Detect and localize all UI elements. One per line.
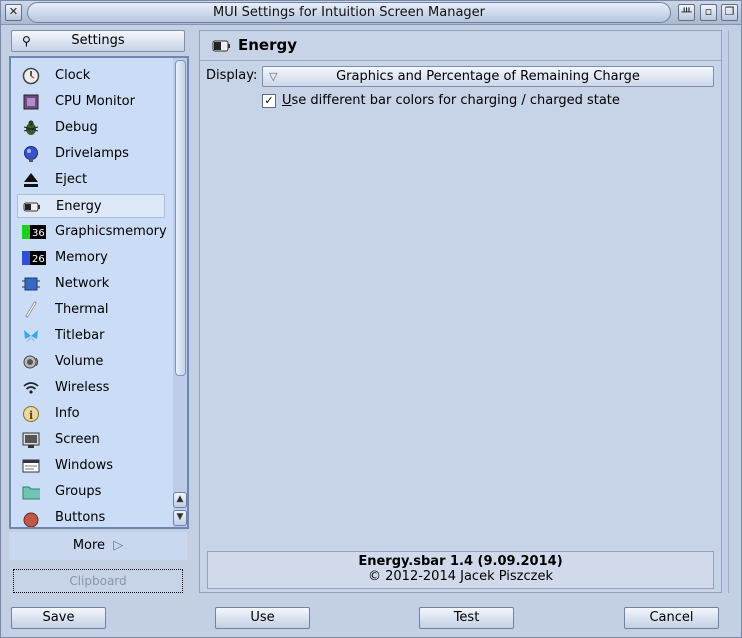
list-scrollbar[interactable]: ▲ ▼ bbox=[173, 58, 187, 527]
graphicsmemory-icon: 36 bbox=[22, 223, 46, 241]
list-item-debug[interactable]: Debug bbox=[17, 116, 165, 140]
list-item-label: Screen bbox=[55, 432, 100, 447]
list-item-clock[interactable]: Clock bbox=[17, 64, 165, 88]
list-item-label: Titlebar bbox=[55, 328, 105, 343]
settings-label: Settings bbox=[71, 33, 125, 48]
iconify-icon[interactable]: ᚈ bbox=[678, 4, 695, 21]
list-item-label: Buttons bbox=[55, 510, 106, 525]
list-item-label: CPU Monitor bbox=[55, 94, 135, 109]
category-list[interactable]: Clock CPU Monitor Debug Drivelamps Eject bbox=[9, 56, 189, 529]
svg-text:i: i bbox=[29, 409, 33, 422]
wifi-icon bbox=[22, 379, 40, 397]
bar-colors-checkbox[interactable]: ✓ bbox=[262, 94, 276, 108]
right-edge-scroller[interactable] bbox=[728, 30, 741, 593]
dropdown-arrow-icon: ▽ bbox=[269, 70, 278, 83]
module-copyright: © 2012-2014 Jacek Piszczek bbox=[368, 569, 553, 584]
list-item-titlebar[interactable]: Titlebar bbox=[17, 324, 165, 348]
battery-icon bbox=[23, 198, 41, 216]
test-button[interactable]: Test bbox=[419, 607, 514, 629]
list-item-label: Eject bbox=[55, 172, 88, 187]
list-item-label: Drivelamps bbox=[55, 146, 129, 161]
scroll-down-icon[interactable]: ▼ bbox=[173, 510, 187, 526]
module-info-box: Energy.sbar 1.4 (9.09.2014) © 2012-2014 … bbox=[207, 551, 714, 589]
speaker-icon bbox=[22, 353, 40, 371]
more-button[interactable]: More ▷ bbox=[9, 532, 187, 560]
list-item-label: Thermal bbox=[55, 302, 109, 317]
list-item-label: Wireless bbox=[55, 380, 110, 395]
folder-icon bbox=[22, 483, 40, 501]
clipboard-button[interactable]: Clipboard bbox=[13, 569, 183, 593]
list-item-label: Debug bbox=[55, 120, 98, 135]
thermometer-icon bbox=[22, 301, 40, 319]
mui-settings-window: ✕ MUI Settings for Intuition Screen Mana… bbox=[0, 0, 742, 638]
list-scrollbar-thumb[interactable] bbox=[175, 60, 186, 376]
module-version: Energy.sbar 1.4 (9.09.2014) bbox=[358, 554, 563, 569]
eject-icon bbox=[22, 171, 40, 189]
settings-button[interactable]: ⚲ Settings bbox=[11, 30, 185, 52]
memory-icon: 26 bbox=[22, 249, 46, 267]
bar-colors-checkbox-label[interactable]: Use different bar colors for charging / … bbox=[282, 93, 620, 108]
window-title: MUI Settings for Intuition Screen Manage… bbox=[27, 2, 671, 23]
info-icon: i bbox=[22, 405, 40, 423]
list-item-label: Clock bbox=[55, 68, 91, 83]
close-icon[interactable]: ✕ bbox=[5, 4, 22, 21]
list-item-wireless[interactable]: Wireless bbox=[17, 376, 165, 400]
title-bar[interactable]: ✕ MUI Settings for Intuition Screen Mana… bbox=[1, 1, 741, 25]
network-icon bbox=[22, 275, 40, 293]
energy-settings-panel: Energy Display: ▽ Graphics and Percentag… bbox=[199, 30, 722, 593]
scroll-up-icon[interactable]: ▲ bbox=[173, 492, 187, 508]
screen-icon bbox=[22, 431, 40, 449]
list-item-info[interactable]: i Info bbox=[17, 402, 165, 426]
more-label: More bbox=[72, 538, 106, 553]
search-icon: ⚲ bbox=[22, 34, 31, 48]
list-item-label: Graphicsmemory bbox=[55, 224, 167, 239]
clock-icon bbox=[22, 67, 40, 85]
display-label: Display: bbox=[206, 68, 258, 83]
list-item-label: Groups bbox=[55, 484, 102, 499]
list-item-eject[interactable]: Eject bbox=[17, 168, 165, 192]
list-item-label: Network bbox=[55, 276, 110, 291]
chip-icon bbox=[22, 93, 40, 111]
bug-icon bbox=[22, 119, 40, 137]
list-item-memory[interactable]: 26 Memory bbox=[17, 246, 165, 270]
windows-icon bbox=[22, 457, 40, 475]
list-item-label: Volume bbox=[55, 354, 104, 369]
triangle-right-icon: ▷ bbox=[113, 538, 124, 553]
panel-header: Energy bbox=[200, 31, 721, 61]
lamp-icon bbox=[22, 145, 40, 163]
zoom-icon[interactable]: ▫ bbox=[700, 4, 717, 21]
use-button[interactable]: Use bbox=[215, 607, 310, 629]
list-item-screen[interactable]: Screen bbox=[17, 428, 165, 452]
butterfly-icon bbox=[22, 327, 40, 345]
list-item-drivelamps[interactable]: Drivelamps bbox=[17, 142, 165, 166]
list-item-groups[interactable]: Groups bbox=[17, 480, 165, 504]
list-item-energy[interactable]: Energy bbox=[17, 194, 165, 218]
list-item-volume[interactable]: Volume bbox=[17, 350, 165, 374]
list-item-windows[interactable]: Windows bbox=[17, 454, 165, 478]
list-item-label: Energy bbox=[56, 199, 102, 214]
list-item-network[interactable]: Network bbox=[17, 272, 165, 296]
list-item-label: Windows bbox=[55, 458, 114, 473]
display-dropdown[interactable]: ▽ Graphics and Percentage of Remaining C… bbox=[262, 66, 714, 87]
button-icon bbox=[22, 509, 40, 527]
display-value: Graphics and Percentage of Remaining Cha… bbox=[336, 69, 640, 84]
graphicsmemory-badge: 36 bbox=[32, 228, 45, 239]
memory-badge: 26 bbox=[32, 254, 45, 265]
list-item-cpu-monitor[interactable]: CPU Monitor bbox=[17, 90, 165, 114]
save-button[interactable]: Save bbox=[11, 607, 106, 629]
panel-title: Energy bbox=[238, 36, 298, 54]
list-item-buttons[interactable]: Buttons bbox=[17, 506, 165, 527]
depth-icon[interactable]: ❐ bbox=[721, 4, 738, 21]
battery-icon bbox=[212, 39, 232, 57]
list-item-label: Memory bbox=[55, 250, 108, 265]
list-item-thermal[interactable]: Thermal bbox=[17, 298, 165, 322]
cancel-button[interactable]: Cancel bbox=[624, 607, 719, 629]
list-item-label: Info bbox=[55, 406, 80, 421]
list-item-graphicsmemory[interactable]: 36 Graphicsmemory bbox=[17, 220, 167, 244]
